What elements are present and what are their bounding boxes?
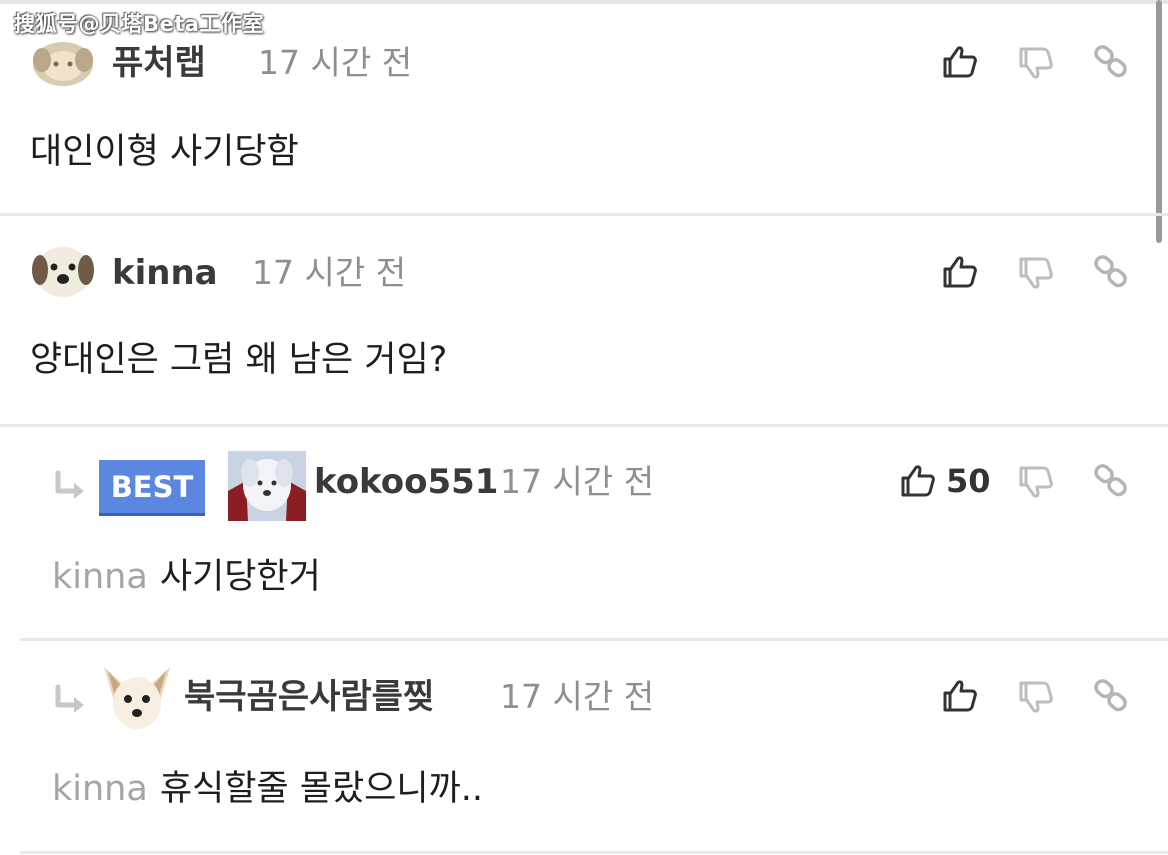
puppy-face-avatar-icon: [32, 247, 94, 297]
timestamp: 17 시간 전: [252, 253, 407, 292]
avatar[interactable]: [100, 663, 174, 733]
avatar[interactable]: [228, 451, 306, 521]
thumb-up-icon[interactable]: [940, 42, 980, 82]
blurred-puppy-avatar-icon: [33, 42, 93, 86]
white-dog-avatar-icon: [228, 451, 306, 521]
thumb-down-icon[interactable]: [1016, 254, 1056, 294]
username[interactable]: kinna: [112, 253, 218, 293]
reply-arrow-icon: [52, 469, 92, 505]
divider: [20, 851, 1168, 854]
username[interactable]: 퓨처랩: [112, 43, 206, 83]
mention[interactable]: kinna: [52, 557, 148, 597]
timestamp: 17 시간 전: [500, 462, 655, 501]
reply-arrow-icon: [52, 683, 92, 719]
comment-text: 양대인은 그럼 왜 남은 거임?: [30, 340, 448, 380]
avatar[interactable]: [30, 36, 96, 90]
avatar[interactable]: [30, 244, 96, 298]
like-count: 50: [946, 462, 991, 500]
timestamp: 17 시간 전: [500, 677, 655, 716]
comment-text: 대인이형 사기당함: [30, 132, 299, 172]
thumb-up-icon[interactable]: [898, 461, 938, 501]
reply-item: 북극곰은사람를찢 17 시간 전 kinna 휴식할줄 몰랐으니까..: [0, 641, 1168, 855]
comment-text: kinna 휴식할줄 몰랐으니까..: [52, 767, 483, 811]
username[interactable]: kokoo551: [314, 462, 498, 502]
link-icon[interactable]: [1092, 252, 1132, 292]
comment-item: kinna 17 시간 전 양대인은 그럼 왜 남은 거임?: [0, 216, 1168, 426]
watermark: 搜狐号@贝塔Beta工作室: [14, 12, 264, 36]
thumb-up-icon[interactable]: [940, 676, 980, 716]
thumb-down-icon[interactable]: [1016, 678, 1056, 718]
username[interactable]: 북극곰은사람를찢: [184, 677, 434, 717]
timestamp: 17 시간 전: [258, 43, 413, 82]
link-icon[interactable]: [1092, 676, 1132, 716]
thumb-down-icon[interactable]: [1016, 44, 1056, 84]
thumb-down-icon[interactable]: [1016, 463, 1056, 503]
link-icon[interactable]: [1092, 461, 1132, 501]
best-badge: BEST: [99, 460, 205, 516]
thumb-up-icon[interactable]: [940, 252, 980, 292]
comment-text: kinna 사기당한거: [52, 555, 321, 599]
link-icon[interactable]: [1092, 42, 1132, 82]
reply-item: BEST kokoo551 17 시간 전 50 kinna 사기당한거: [0, 427, 1168, 640]
reply-text: 휴식할줄 몰랐으니까..: [159, 769, 483, 809]
chihuahua-avatar-icon: [104, 667, 170, 729]
reply-text: 사기당한거: [159, 557, 321, 597]
mention[interactable]: kinna: [52, 769, 148, 809]
